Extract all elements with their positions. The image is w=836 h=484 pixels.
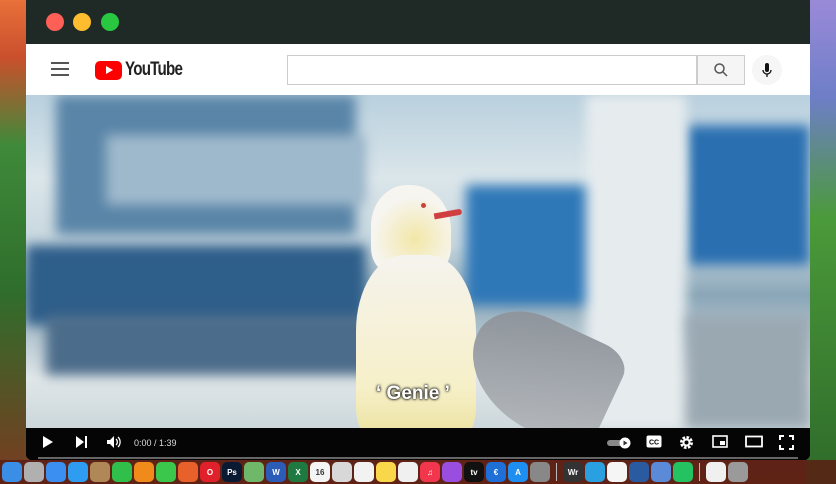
dock-app-podcasts[interactable] — [442, 462, 462, 482]
progress-bar[interactable] — [38, 457, 798, 459]
logo-text: YouTube — [125, 59, 183, 80]
macos-dock: O Ps W X 16 ♫ tv € A Wr — [0, 460, 836, 484]
dock-app-finder[interactable] — [2, 462, 22, 482]
subtitle-caption: ‘ Genie ’ — [376, 383, 450, 404]
captions-icon[interactable]: CC — [646, 435, 662, 448]
dock-app-music[interactable]: ♫ — [420, 462, 440, 482]
dock-app-firefox[interactable] — [178, 462, 198, 482]
dock-app-preview[interactable] — [651, 462, 671, 482]
minimize-button[interactable] — [73, 13, 91, 31]
dock-app-messages[interactable] — [156, 462, 176, 482]
dock-app-whatsapp[interactable] — [673, 462, 693, 482]
title-bar — [26, 0, 810, 44]
time-display: 0:00 / 1:39 — [134, 438, 177, 448]
browser-window: YouTube ‘ Genie ’ 0:00 / 1:39 CC — [26, 0, 810, 460]
microphone-icon — [762, 63, 772, 77]
svg-text:CC: CC — [649, 440, 659, 447]
dock-app-apple-tv[interactable]: tv — [464, 462, 484, 482]
background-window — [106, 135, 366, 205]
dock-app-freeform[interactable] — [398, 462, 418, 482]
youtube-logo[interactable]: YouTube — [95, 59, 196, 81]
voice-search-button[interactable] — [752, 55, 782, 85]
background-wall — [46, 315, 376, 375]
dock-app-system-settings[interactable] — [530, 462, 550, 482]
youtube-play-icon — [95, 60, 122, 80]
hamburger-icon[interactable] — [51, 62, 69, 76]
background-blue-panel — [466, 185, 606, 305]
dock-separator — [699, 463, 700, 481]
dock-app-euro-app[interactable]: € — [486, 462, 506, 482]
dock-app-calendar[interactable]: 16 — [310, 462, 330, 482]
dock-app-notes[interactable] — [376, 462, 396, 482]
dock-app-document[interactable] — [706, 462, 726, 482]
play-icon[interactable] — [42, 435, 54, 449]
autoplay-toggle[interactable] — [606, 437, 632, 449]
settings-gear-icon[interactable] — [679, 435, 694, 450]
dock-app-word[interactable]: W — [266, 462, 286, 482]
background-window — [686, 315, 810, 428]
dock-app-notes-brown[interactable] — [90, 462, 110, 482]
dock-app-wr-app[interactable]: Wr — [563, 462, 583, 482]
maximize-button[interactable] — [101, 13, 119, 31]
dock-app-facetime[interactable] — [112, 462, 132, 482]
search-input[interactable] — [287, 55, 697, 85]
dock-app-launchpad[interactable] — [24, 462, 44, 482]
close-button[interactable] — [46, 13, 64, 31]
desktop-wallpaper — [806, 0, 836, 484]
dock-app-maps[interactable] — [244, 462, 264, 482]
dock-app-photoshop[interactable]: Ps — [222, 462, 242, 482]
volume-icon[interactable] — [106, 435, 122, 449]
dock-app-mail[interactable] — [46, 462, 66, 482]
youtube-header: YouTube — [26, 44, 810, 95]
next-icon[interactable] — [75, 435, 88, 449]
dock-app-safari[interactable] — [68, 462, 88, 482]
background-balcony — [26, 245, 366, 325]
background-blue-panel — [686, 125, 810, 265]
dock-separator — [556, 463, 557, 481]
dock-app-trash[interactable] — [728, 462, 748, 482]
dock-app-screenshot[interactable] — [332, 462, 352, 482]
dock-app-excel[interactable]: X — [288, 462, 308, 482]
video-player[interactable]: ‘ Genie ’ — [26, 95, 810, 428]
dock-app-microsoft[interactable] — [607, 462, 627, 482]
search-button[interactable] — [697, 55, 745, 85]
search-icon — [714, 63, 728, 77]
dock-app-opera[interactable]: O — [200, 462, 220, 482]
dock-app-telegram[interactable] — [585, 462, 605, 482]
fullscreen-icon[interactable] — [779, 435, 794, 450]
dock-app-books[interactable] — [629, 462, 649, 482]
player-controls: 0:00 / 1:39 CC — [26, 428, 810, 460]
dock-app-reminders[interactable] — [354, 462, 374, 482]
dock-app-orange-app[interactable] — [134, 462, 154, 482]
dock-app-app-store[interactable]: A — [508, 462, 528, 482]
miniplayer-icon[interactable] — [712, 435, 728, 448]
theater-mode-icon[interactable] — [745, 435, 763, 448]
